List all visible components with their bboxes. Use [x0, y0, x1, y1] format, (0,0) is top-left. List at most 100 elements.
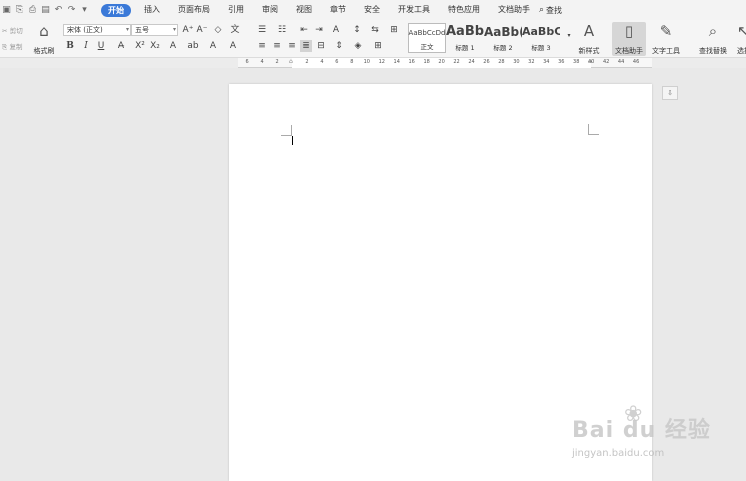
tab-0[interactable]: 开始: [101, 3, 131, 17]
show-marks-icon[interactable]: ⇆: [369, 24, 381, 36]
font-color-icon[interactable]: A: [207, 40, 219, 52]
ruler-tick-label: 6: [245, 59, 249, 65]
style-card[interactable]: AaBb 标题 1: [446, 23, 484, 53]
print-preview-icon[interactable]: ▤: [39, 0, 52, 20]
numbering-icon[interactable]: ☷: [276, 24, 288, 36]
copy-button[interactable]: ⎘ 复制: [2, 41, 22, 52]
tab-9[interactable]: 特色应用: [439, 0, 489, 20]
italic-icon[interactable]: I: [80, 40, 92, 52]
shading-icon[interactable]: ◈: [352, 40, 364, 52]
gallery-more-icon[interactable]: ▾: [563, 30, 575, 42]
chinese-layout-icon[interactable]: A: [330, 24, 342, 36]
bullets-icon[interactable]: ☰: [256, 24, 268, 36]
highlight-icon[interactable]: ab: [187, 40, 199, 52]
cut-button[interactable]: ✂ 剪切: [2, 25, 23, 35]
ruler-tick-label: 16: [408, 59, 415, 65]
margin-corner-top-right: [588, 124, 599, 135]
tab-1[interactable]: 插入: [135, 0, 169, 20]
tab-10[interactable]: 文档助手: [489, 0, 539, 20]
distributed-icon[interactable]: ⊟: [315, 40, 327, 52]
cursor-icon: ↖: [737, 22, 746, 40]
margin-corner-top-left: [281, 125, 292, 136]
style-card[interactable]: AaBbCcDd 正文: [408, 23, 446, 53]
select-label: 选择: [737, 47, 746, 55]
format-painter-button[interactable]: ⌂ 格式刷: [32, 22, 56, 56]
tab-7[interactable]: 安全: [355, 0, 389, 20]
doc-assistant-button[interactable]: ▯ 文档助手: [612, 22, 646, 56]
style-card[interactable]: AaBb(标题 2: [484, 23, 522, 53]
style-card[interactable]: AaBbC 标题 3: [522, 23, 560, 53]
export-pdf-icon[interactable]: ⎘: [13, 0, 26, 20]
table-layout-icon[interactable]: ⊞: [388, 24, 400, 36]
borders-icon[interactable]: ⊞: [372, 40, 384, 52]
tab-6[interactable]: 章节: [321, 0, 355, 20]
superscript-icon[interactable]: X²: [134, 40, 146, 52]
search-command[interactable]: ⌕ 查找: [539, 5, 562, 16]
left-indent-marker[interactable]: ⌂: [289, 58, 295, 68]
right-indent-marker[interactable]: ⌂: [588, 58, 594, 68]
search-icon: ⌕: [539, 5, 545, 15]
tab-2[interactable]: 页面布局: [169, 0, 219, 20]
copy-label: 复制: [9, 43, 23, 51]
select-button[interactable]: ↖ 选择: [737, 22, 746, 56]
new-style-button[interactable]: A 新样式: [575, 22, 603, 56]
tab-3[interactable]: 引用: [219, 0, 253, 20]
ruler-tick-label: 12: [378, 59, 385, 65]
save-icon[interactable]: ▣: [0, 0, 13, 20]
style-sample: AaBbCcDd: [408, 29, 446, 37]
tab-8[interactable]: 开发工具: [389, 0, 439, 20]
align-center-icon[interactable]: ≡: [271, 40, 283, 52]
font-size-value: 五号: [135, 26, 149, 34]
tab-4[interactable]: 审阅: [253, 0, 287, 20]
font-name-select[interactable]: 宋体 (正文) ▾: [63, 24, 131, 36]
text-tools-label: 文字工具: [652, 47, 680, 55]
scissors-icon: ✂: [2, 27, 8, 35]
grow-font-icon[interactable]: A⁺: [182, 24, 194, 36]
text-tools-button[interactable]: ✎ 文字工具: [649, 22, 683, 56]
ruler-tick-label: 30: [513, 59, 520, 65]
quick-access-toolbar: ▣ ⎘ ⎙ ▤ ↶ ↷ ▾: [0, 0, 91, 20]
line-spacing-icon[interactable]: ⇕: [333, 40, 345, 52]
justify-icon[interactable]: ≣: [300, 40, 312, 52]
sidebar-toggle-icon[interactable]: ⇩: [662, 86, 678, 100]
ruler-tick-label: 8: [350, 59, 354, 65]
redo-icon[interactable]: ↷: [65, 0, 78, 20]
underline-icon[interactable]: U: [95, 40, 107, 52]
shrink-font-icon[interactable]: A⁻: [196, 24, 208, 36]
find-replace-button[interactable]: ⌕ 查找替换: [696, 22, 730, 56]
align-left-icon[interactable]: ≡: [256, 40, 268, 52]
tab-5[interactable]: 视图: [287, 0, 321, 20]
new-style-label: 新样式: [578, 47, 600, 55]
char-shading-icon[interactable]: A: [227, 40, 239, 52]
decrease-indent-icon[interactable]: ⇤: [298, 24, 310, 36]
format-painter-icon: ⌂: [39, 22, 49, 40]
style-name: 标题 3: [531, 44, 551, 52]
ruler-tick-label: 20: [438, 59, 445, 65]
ruler-tick-label: 38: [573, 59, 580, 65]
ruler-tick-label: 42: [602, 59, 610, 65]
chevron-down-icon: ▾: [172, 26, 176, 33]
increase-indent-icon[interactable]: ⇥: [313, 24, 325, 36]
ruler-tick-label: 44: [617, 59, 625, 65]
bold-icon[interactable]: B: [64, 40, 76, 52]
customize-icon[interactable]: ▾: [78, 0, 91, 20]
ruler-tick-label: 28: [498, 59, 505, 65]
text-effect-icon[interactable]: A: [167, 40, 179, 52]
ruler-tick-label: 6: [335, 59, 339, 65]
text-cursor: [292, 136, 293, 145]
print-icon[interactable]: ⎙: [26, 0, 39, 20]
ruler-tick-label: 46: [632, 59, 640, 65]
horizontal-ruler[interactable]: 6 4 2 2 4 6 8 10 12 14 16 18 20 22 24 26 28 30 32 34 36 38 40 4…: [0, 58, 746, 68]
wrench-icon: ✎: [659, 22, 673, 40]
ruler-tick-label: 4: [320, 59, 324, 65]
strikethrough-icon[interactable]: A̶: [115, 40, 127, 52]
menu-bar: ▣ ⎘ ⎙ ▤ ↶ ↷ ▾ 开始 插入 页面布局 引用 审阅 视图 章节 安全 开发工具 特色应用 文档助手 ⌕…: [0, 0, 746, 20]
font-size-select[interactable]: 五号 ▾: [131, 24, 178, 36]
ruler-tick-label: 18: [423, 59, 430, 65]
align-right-icon[interactable]: ≡: [286, 40, 298, 52]
phonetic-guide-icon[interactable]: 文: [229, 24, 241, 36]
clear-format-icon[interactable]: ◇: [212, 24, 224, 36]
undo-icon[interactable]: ↶: [52, 0, 65, 20]
sort-icon[interactable]: ↕: [351, 24, 363, 36]
subscript-icon[interactable]: X₂: [149, 40, 161, 52]
